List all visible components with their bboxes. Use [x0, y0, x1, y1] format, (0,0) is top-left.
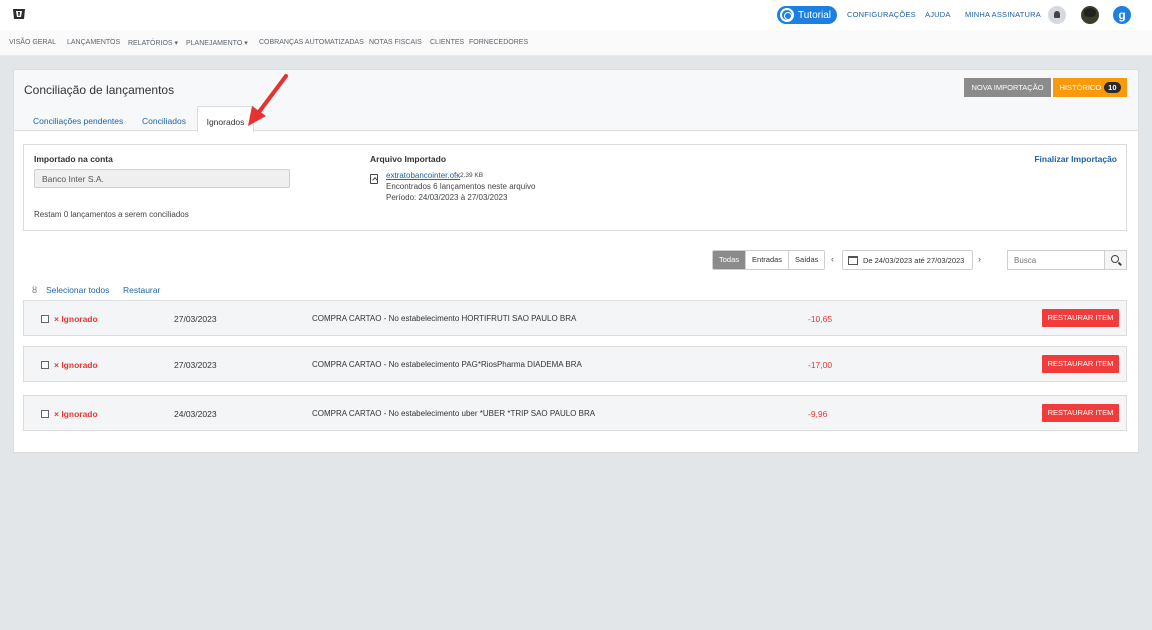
row-description: COMPRA CARTAO - No estabelecimento HORTI… — [312, 314, 577, 323]
status-badge: × Ignorado — [54, 360, 98, 370]
search-button[interactable] — [1104, 250, 1127, 270]
panel-header: Conciliação de lançamentos NOVA IMPORTAÇ… — [14, 70, 1138, 132]
import-info-box: Importado na conta Banco Inter S.A. Arqu… — [23, 144, 1127, 231]
tutorial-label: Tutorial — [798, 9, 831, 21]
reconciliation-panel: Conciliação de lançamentos NOVA IMPORTAÇ… — [13, 69, 1139, 453]
found-count-text: Encontrados 6 lançamentos neste arquivo — [386, 182, 536, 191]
search-input[interactable] — [1007, 250, 1104, 270]
page-title: Conciliação de lançamentos — [24, 83, 175, 97]
account-label: Importado na conta — [34, 154, 113, 164]
notification-bell-icon[interactable] — [1048, 6, 1066, 24]
row-amount: -9,96 — [808, 409, 828, 419]
top-bar: Tutorial CONFIGURAÇÕES AJUDA MINHA ASSIN… — [0, 0, 1152, 30]
restore-item-button[interactable]: RESTAURAR ITEM — [1042, 309, 1119, 327]
row-checkbox[interactable] — [41, 361, 49, 369]
row-description: COMPRA CARTAO - No estabelecimento uber … — [312, 409, 596, 418]
brand-g-icon[interactable]: g — [1113, 6, 1131, 24]
restore-item-button[interactable]: RESTAURAR ITEM — [1042, 355, 1119, 373]
period-text: Período: 24/03/2023 à 27/03/2023 — [386, 193, 508, 202]
nav-overview[interactable]: VISÃO GERAL — [9, 39, 56, 46]
file-label: Arquivo Importado — [370, 154, 447, 164]
date-range-button[interactable]: De 24/03/2023 até 27/03/2023 — [842, 250, 973, 270]
tab-pending[interactable]: Conciliações pendentes — [33, 116, 123, 126]
nav-suppliers[interactable]: FORNECEDORES — [469, 39, 528, 46]
filter-income[interactable]: Entradas — [746, 251, 790, 269]
table-row: × Ignorado 27/03/2023 COMPRA CARTAO - No… — [23, 346, 1127, 382]
history-count-badge: 10 — [1104, 82, 1121, 93]
link-icon: ȣ — [32, 285, 38, 295]
filter-expenses[interactable]: Saídas — [789, 251, 825, 269]
remaining-text: Restam 0 lançamentos a serem conciliados — [34, 210, 189, 219]
nav-entries[interactable]: LANÇAMENTOS — [67, 39, 120, 46]
row-checkbox[interactable] — [41, 410, 49, 418]
settings-link[interactable]: CONFIGURAÇÕES — [847, 10, 916, 19]
help-link[interactable]: AJUDA — [925, 10, 951, 19]
table-row: × Ignorado 27/03/2023 COMPRA CARTAO - No… — [23, 300, 1127, 336]
row-date: 24/03/2023 — [174, 409, 217, 419]
tab-reconciled[interactable]: Conciliados — [142, 116, 186, 126]
finalize-import-link[interactable]: Finalizar Importação — [1034, 154, 1117, 164]
next-period-icon[interactable]: › — [978, 254, 981, 264]
row-amount: -10,65 — [808, 314, 833, 324]
nav-automated-billing[interactable]: COBRANÇAS AUTOMATIZADAS — [259, 39, 364, 46]
history-button[interactable]: HISTÓRICO 10 — [1053, 78, 1127, 97]
calendar-icon — [848, 255, 858, 265]
restore-link[interactable]: Restaurar — [123, 285, 160, 295]
nav-clients[interactable]: CLIENTES — [430, 39, 464, 46]
row-amount: -17,00 — [808, 360, 833, 370]
nav-reports[interactable]: RELATÓRIOS ▾ — [128, 39, 178, 47]
restore-item-button[interactable]: RESTAURAR ITEM — [1042, 404, 1119, 422]
file-name-link[interactable]: extratobancointer.ofx — [386, 171, 460, 180]
nav-planning[interactable]: PLANEJAMENTO ▾ — [186, 39, 248, 47]
status-badge: × Ignorado — [54, 314, 98, 324]
table-row: × Ignorado 24/03/2023 COMPRA CARTAO - No… — [23, 395, 1127, 431]
status-badge: × Ignorado — [54, 409, 98, 419]
new-import-button[interactable]: NOVA IMPORTAÇÃO — [964, 78, 1051, 97]
row-checkbox[interactable] — [41, 315, 49, 323]
annotation-arrow-icon — [248, 74, 288, 126]
row-date: 27/03/2023 — [174, 314, 217, 324]
file-upload-icon — [370, 174, 378, 184]
row-description: COMPRA CARTAO - No estabelecimento PAG*R… — [312, 360, 582, 369]
file-size: - 2.39 KB — [456, 172, 484, 179]
lifebuoy-icon — [780, 8, 794, 22]
date-range-label: De 24/03/2023 até 27/03/2023 — [863, 255, 965, 265]
main-nav: VISÃO GERAL LANÇAMENTOS RELATÓRIOS ▾ PLA… — [0, 30, 1152, 56]
search-icon — [1111, 255, 1119, 263]
app-logo-icon[interactable] — [12, 7, 26, 21]
avatar[interactable] — [1081, 6, 1099, 24]
row-date: 27/03/2023 — [174, 360, 217, 370]
select-all-link[interactable]: Selecionar todos — [46, 285, 109, 295]
history-label: HISTÓRICO — [1059, 83, 1102, 92]
filter-all[interactable]: Todas — [713, 251, 747, 269]
subscription-link[interactable]: MINHA ASSINATURA — [965, 10, 1041, 19]
nav-invoices[interactable]: NOTAS FISCAIS — [369, 39, 422, 46]
prev-period-icon[interactable]: ‹ — [831, 254, 834, 264]
type-filter-group: Todas Entradas Saídas — [712, 250, 826, 270]
account-field: Banco Inter S.A. — [34, 169, 290, 188]
tutorial-button[interactable]: Tutorial — [777, 6, 837, 24]
